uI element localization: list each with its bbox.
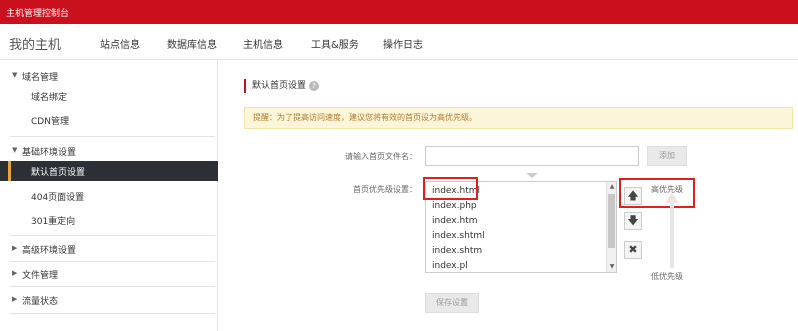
collapse-arrow-icon: ▶ <box>12 295 18 303</box>
list-item[interactable]: index.php <box>432 201 477 211</box>
sidebar-group-domain[interactable]: ▼ 域名管理 <box>0 67 218 85</box>
main-nav: 我的主机 站点信息 数据库信息 主机信息 工具&服务 操作日志 <box>0 24 798 60</box>
sidebar-item-label: 域名绑定 <box>31 93 68 103</box>
sidebar-divider <box>10 235 215 236</box>
sidebar-divider <box>10 136 215 137</box>
nav-home-link[interactable]: 我的主机 <box>9 34 61 53</box>
collapse-arrow-icon: ▶ <box>12 269 18 277</box>
sidebar-item-label: 404页面设置 <box>31 193 85 203</box>
save-button[interactable]: 保存设置 <box>425 293 479 313</box>
sidebar-divider <box>10 286 215 287</box>
list-item[interactable]: index.htm <box>432 216 477 226</box>
collapse-arrow-icon: ▶ <box>12 244 18 252</box>
sidebar-group-basic-env[interactable]: ▼ 基础环境设置 <box>0 142 218 160</box>
sidebar-item-404-page[interactable]: 404页面设置 <box>0 186 218 206</box>
nav-host-info[interactable]: 主机信息 <box>243 36 283 51</box>
sidebar-divider <box>10 261 215 262</box>
arrow-down-icon: 🡇 <box>627 214 639 227</box>
sidebar-item-cdn[interactable]: CDN管理 <box>0 110 218 130</box>
filename-input[interactable] <box>425 146 639 166</box>
page-title-text: 默认首页设置 <box>252 81 307 91</box>
expand-arrow-icon: ▼ <box>12 71 18 79</box>
scroll-up-icon[interactable]: ▲ <box>608 183 616 190</box>
nav-tools-services[interactable]: 工具&服务 <box>311 36 359 51</box>
close-icon: ✖ <box>628 243 638 256</box>
sidebar-item-domain-binding[interactable]: 域名绑定 <box>0 86 218 106</box>
add-button[interactable]: 添加 <box>647 146 687 166</box>
priority-scale <box>670 202 674 268</box>
notice-banner: 提醒：为了提高访问速度，建议您将有效的首页设为高优先级。 <box>244 107 793 129</box>
page-title: 默认首页设置? <box>244 79 320 93</box>
caret-down-icon <box>526 173 538 178</box>
list-item[interactable]: index.pl <box>432 261 468 271</box>
sidebar-group-label: 基础环境设置 <box>22 148 77 158</box>
list-item[interactable]: index.shtml <box>432 231 485 241</box>
high-priority-label: 高优先级 <box>651 185 683 194</box>
sidebar-item-label: 默认首页设置 <box>31 168 86 178</box>
help-icon[interactable]: ? <box>309 80 320 91</box>
delete-button[interactable]: ✖ <box>624 241 642 259</box>
scroll-thumb[interactable] <box>608 194 615 248</box>
sidebar: ▼ 域名管理 域名绑定 CDN管理 ▼ 基础环境设置 默认首页设置 404页面设… <box>0 60 218 331</box>
console-title: 主机管理控制台 <box>6 9 70 19</box>
sidebar-group-label: 高级环境设置 <box>22 246 77 256</box>
sidebar-group-traffic-status[interactable]: ▶ 流量状态 <box>0 291 218 309</box>
sidebar-divider <box>10 313 215 314</box>
nav-operation-log[interactable]: 操作日志 <box>383 36 423 51</box>
nav-site-info[interactable]: 站点信息 <box>100 36 140 51</box>
move-down-button[interactable]: 🡇 <box>624 212 642 230</box>
sidebar-group-advanced-env[interactable]: ▶ 高级环境设置 <box>0 240 218 258</box>
sidebar-item-301-redirect[interactable]: 301重定向 <box>0 210 218 230</box>
listbox-scrollbar[interactable]: ▲ ▼ <box>606 182 616 272</box>
list-item[interactable]: index.shtm <box>432 246 482 256</box>
nav-database-info[interactable]: 数据库信息 <box>167 36 217 51</box>
expand-arrow-icon: ▼ <box>12 146 18 154</box>
sidebar-group-label: 域名管理 <box>22 73 59 83</box>
active-indicator <box>8 161 11 181</box>
sidebar-item-label: 301重定向 <box>31 217 76 227</box>
priority-label: 首页优先级设置： <box>353 185 417 194</box>
scroll-down-icon[interactable]: ▼ <box>608 263 616 270</box>
low-priority-label: 低优先级 <box>651 272 683 281</box>
sidebar-item-default-homepage[interactable]: 默认首页设置 <box>0 161 218 181</box>
filename-label: 请输入首页文件名： <box>345 152 417 161</box>
highlight-box <box>423 177 478 200</box>
main-content: 默认首页设置? 提醒：为了提高访问速度，建议您将有效的首页设为高优先级。 请输入… <box>219 60 798 331</box>
sidebar-item-label: CDN管理 <box>31 117 69 127</box>
sidebar-group-file-management[interactable]: ▶ 文件管理 <box>0 265 218 283</box>
sidebar-group-label: 文件管理 <box>22 271 59 281</box>
top-bar: 主机管理控制台 <box>0 0 798 24</box>
sidebar-group-label: 流量状态 <box>22 297 59 307</box>
